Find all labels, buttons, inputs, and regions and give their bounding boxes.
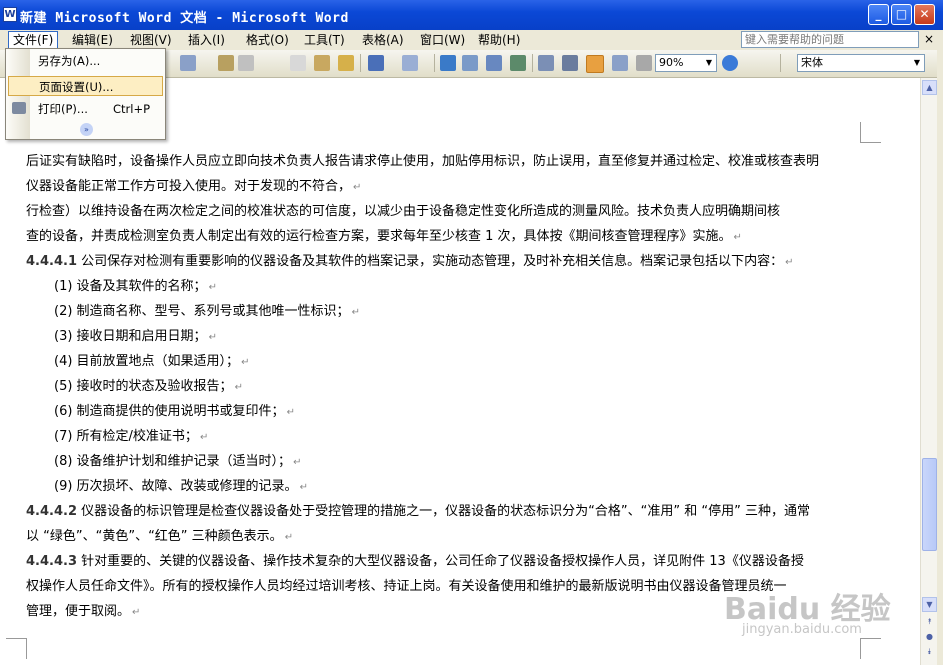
paragraph-mark: ↵	[785, 257, 794, 268]
zoom-select[interactable]: 90% ▼	[655, 54, 717, 72]
title-bar: W 新建 Microsoft Word 文档 - Microsoft Word …	[0, 0, 943, 30]
paragraph-mark: ↵	[299, 482, 308, 493]
scroll-thumb[interactable]	[922, 458, 937, 551]
list-item: (5) 接收时的状态及验收报告； ↵	[54, 379, 243, 394]
list-item: (6) 制造商提供的使用说明书或复印件； ↵	[54, 404, 295, 419]
list-item: (4) 目前放置地点（如果适用）； ↵	[54, 354, 250, 369]
list-item: (1) 设备及其软件的名称； ↵	[54, 279, 217, 294]
font-value: 宋体	[801, 56, 823, 69]
next-page-button[interactable]: ⯯	[922, 645, 937, 660]
menu-window[interactable]: 窗口(W)	[416, 32, 469, 48]
paragraph-line: 行检查）以维持设备在两次检定之间的校准状态的可信度，以减少由于设备稳定性变化所造…	[26, 204, 781, 219]
drawing-icon[interactable]	[562, 55, 578, 71]
paragraph-line: 权操作人员任命文件》。所有的授权操作人员均经过培训考核、持证上岗。有关设备使用和…	[26, 579, 787, 594]
paragraph-line: 4.4.4.2 仪器设备的标识管理是检查仪器设备处于受控管理的措施之一，仪器设备…	[26, 504, 810, 519]
paragraph-line: 4.4.4.3 针对重要的、关键的仪器设备、操作技术复杂的大型仪器设备，公司任命…	[26, 554, 804, 569]
printer-icon	[12, 102, 26, 114]
toolbar-separator	[360, 54, 361, 72]
list-item: (8) 设备维护计划和维护记录（适当时）； ↵	[54, 454, 302, 469]
chevron-down-icon[interactable]: ▼	[703, 56, 715, 70]
paste-icon[interactable]	[314, 55, 330, 71]
expand-menu-icon[interactable]: »	[80, 123, 93, 136]
minimize-button[interactable]: _	[868, 4, 889, 25]
paragraph-mark: ↵	[733, 232, 742, 243]
paragraph-mark: ↵	[208, 282, 217, 293]
paragraph-line: 4.4.4.1 公司保存对检测有重要影响的仪器设备及其软件的档案记录，实施动态管…	[26, 254, 794, 269]
zoom-value: 90%	[659, 56, 684, 69]
toolbar-separator	[532, 54, 533, 72]
copy-icon[interactable]	[290, 55, 306, 71]
paragraph-line: 管理，便于取阅。 ↵	[26, 604, 141, 619]
hyperlink-icon[interactable]	[440, 55, 456, 71]
scroll-down-button[interactable]: ▼	[922, 597, 937, 612]
insert-excel-icon[interactable]	[510, 55, 526, 71]
window-border	[937, 30, 943, 665]
paragraph-mark: ↵	[132, 607, 141, 618]
select-browse-object-button[interactable]: ●	[922, 630, 937, 645]
menu-item-save-as[interactable]: 另存为(A)...	[7, 51, 164, 71]
menu-file[interactable]: 文件(F)	[8, 31, 59, 49]
menu-view[interactable]: 视图(V)	[126, 32, 176, 48]
list-item: (2) 制造商名称、型号、系列号或其他唯一性标识； ↵	[54, 304, 360, 319]
reading-mode-icon[interactable]	[612, 55, 628, 71]
columns-icon[interactable]	[538, 55, 554, 71]
paragraph-mark: ↵	[234, 382, 243, 393]
paragraph-line: 查的设备，并责成检测室负责人制定出有效的运行检查方案，要求每年至少核查 1 次，…	[26, 229, 742, 244]
traditional-chinese-icon[interactable]	[180, 55, 196, 71]
help-icon[interactable]	[722, 55, 738, 71]
toolbar-separator	[780, 54, 781, 72]
previous-page-button[interactable]: ⯭	[922, 615, 937, 630]
paragraph-mark: ↵	[199, 432, 209, 443]
paragraph-mark: ↵	[286, 407, 295, 418]
insert-table-icon[interactable]	[486, 55, 502, 71]
paragraph-mark: ↵	[353, 182, 362, 193]
help-search-input[interactable]: 键入需要帮助的问题	[741, 31, 919, 48]
word-document-icon[interactable]: W	[3, 7, 17, 22]
font-select[interactable]: 宋体 ▼	[797, 54, 925, 72]
paragraph-mark: ↵	[208, 332, 217, 343]
paragraph-mark: ↵	[351, 307, 360, 318]
chevron-down-icon[interactable]: ▼	[911, 56, 923, 70]
menu-tools[interactable]: 工具(T)	[300, 32, 349, 48]
undo-icon[interactable]	[368, 55, 384, 71]
paragraph-line: 以 “绿色”、“黄色”、“红色” 三种颜色表示。 ↵	[26, 529, 294, 544]
baidu-watermark-url: jingyan.baidu.com	[742, 622, 862, 637]
paragraph-line: 后证实有缺陷时，设备操作人员应立即向技术负责人报告请求停止使用，加贴停用标识，防…	[26, 154, 820, 169]
file-menu-dropdown: 另存为(A)... 页面设置(U)... 打印(P)... Ctrl+P »	[5, 48, 166, 140]
redo-icon[interactable]	[402, 55, 418, 71]
list-item: (9) 历次损坏、故障、改装或修理的记录。 ↵	[54, 479, 308, 494]
paragraph-mark: ↵	[284, 532, 294, 543]
scroll-up-button[interactable]: ▲	[922, 80, 937, 95]
menu-item-page-setup[interactable]: 页面设置(U)...	[8, 76, 163, 96]
menu-edit[interactable]: 编辑(E)	[68, 32, 117, 48]
vertical-scrollbar[interactable]: ▲ ▼ ⯭ ● ⯯	[920, 78, 938, 665]
document-page[interactable]: 后证实有缺陷时，设备操作人员应立即向技术负责人报告请求停止使用，加贴停用标识，防…	[0, 78, 920, 665]
paragraph-mark: ↵	[293, 457, 302, 468]
maximize-button[interactable]: □	[891, 4, 912, 25]
paragraph-mark: ↵	[241, 357, 250, 368]
menu-table[interactable]: 表格(A)	[358, 32, 408, 48]
menu-item-print[interactable]: 打印(P)... Ctrl+P	[7, 99, 164, 119]
close-document-button[interactable]: ×	[924, 32, 934, 46]
show-hide-icon[interactable]	[636, 55, 652, 71]
tables-borders-icon[interactable]	[462, 55, 478, 71]
cut-icon[interactable]	[238, 55, 254, 71]
research-icon[interactable]	[218, 55, 234, 71]
document-map-icon[interactable]	[586, 55, 604, 73]
format-painter-icon[interactable]	[338, 55, 354, 71]
margin-corner-mark	[860, 638, 881, 659]
window-title: 新建 Microsoft Word 文档 - Microsoft Word	[20, 11, 349, 26]
margin-corner-mark	[860, 122, 881, 143]
list-item: (3) 接收日期和启用日期； ↵	[54, 329, 217, 344]
list-item: (7) 所有检定/校准证书； ↵	[54, 429, 209, 444]
menu-insert[interactable]: 插入(I)	[184, 32, 229, 48]
close-button[interactable]: ✕	[914, 4, 935, 25]
menu-format[interactable]: 格式(O)	[242, 32, 293, 48]
menu-help[interactable]: 帮助(H)	[474, 32, 524, 48]
paragraph-line: 仪器设备能正常工作方可投入使用。对于发现的不符合， ↵	[26, 179, 362, 194]
margin-corner-mark	[6, 638, 27, 659]
toolbar-separator	[434, 54, 435, 72]
